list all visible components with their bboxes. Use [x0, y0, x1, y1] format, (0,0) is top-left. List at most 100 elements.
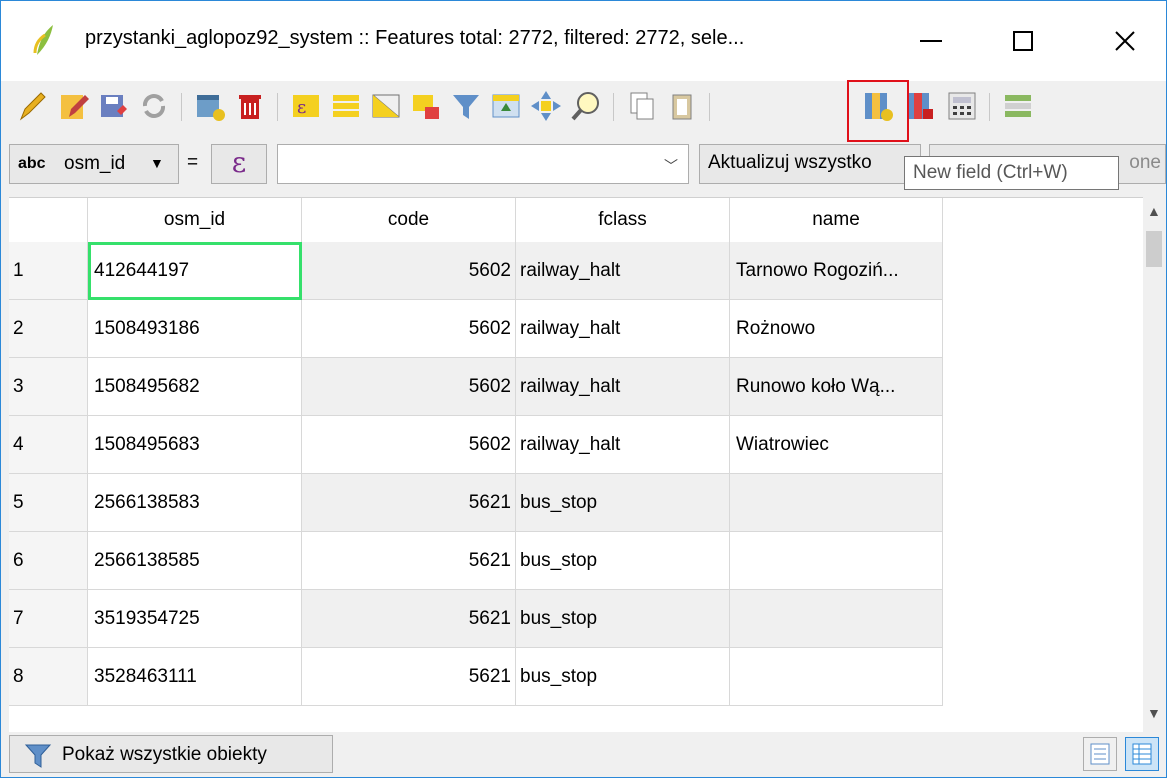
row-number[interactable]: 5 — [9, 474, 88, 532]
cell-osm-id[interactable]: 3519354725 — [88, 590, 302, 648]
add-feature-icon[interactable] — [193, 89, 227, 123]
cell-code[interactable]: 5621 — [302, 532, 516, 590]
move-selection-top-icon[interactable] — [489, 89, 523, 123]
new-field-highlight-box — [847, 80, 909, 142]
column-header-fclass[interactable]: fclass — [516, 198, 730, 242]
minimize-button[interactable] — [901, 19, 961, 63]
select-by-expression-icon[interactable]: ε — [289, 89, 323, 123]
row-number[interactable]: 3 — [9, 358, 88, 416]
cell-name[interactable]: Wiatrowiec — [730, 416, 943, 474]
zoom-to-selection-icon[interactable] — [569, 89, 603, 123]
show-all-features-button[interactable]: Pokaż wszystkie obiekty — [9, 735, 333, 773]
field-name: osm_id — [64, 153, 126, 174]
cell-fclass[interactable]: bus_stop — [516, 474, 730, 532]
column-header-name[interactable]: name — [730, 198, 943, 242]
cell-fclass[interactable]: bus_stop — [516, 532, 730, 590]
delete-feature-icon[interactable] — [233, 89, 267, 123]
cell-fclass[interactable]: railway_halt — [516, 300, 730, 358]
table-row[interactable]: 2 1508493186 5602 railway_halt Rożnowo — [9, 300, 1143, 358]
cell-name[interactable] — [730, 532, 943, 590]
cell-fclass[interactable]: railway_halt — [516, 242, 730, 300]
row-number[interactable]: 6 — [9, 532, 88, 590]
cell-fclass[interactable]: railway_halt — [516, 416, 730, 474]
maximize-icon — [1013, 31, 1033, 51]
toolbar-separator — [613, 93, 614, 121]
table-header: osm_id code fclass name — [9, 198, 1143, 242]
cell-name[interactable] — [730, 648, 943, 706]
deselect-all-icon[interactable] — [409, 89, 443, 123]
cell-code[interactable]: 5602 — [302, 300, 516, 358]
cell-name[interactable]: Tarnowo Rogoziń... — [730, 242, 943, 300]
row-number-header[interactable] — [9, 198, 88, 242]
update-all-button[interactable]: Aktualizuj wszystko — [699, 144, 921, 184]
cell-code[interactable]: 5602 — [302, 358, 516, 416]
attribute-table-window: przystanki_aglopoz92_system :: Features … — [0, 0, 1167, 778]
table-row[interactable]: 8 3528463111 5621 bus_stop — [9, 648, 1143, 706]
cell-fclass[interactable]: railway_halt — [516, 358, 730, 416]
row-number[interactable]: 2 — [9, 300, 88, 358]
row-number[interactable]: 4 — [9, 416, 88, 474]
filter-icon — [24, 744, 52, 768]
table-view-button[interactable] — [1125, 737, 1159, 771]
table-row[interactable]: 5 2566138583 5621 bus_stop — [9, 474, 1143, 532]
filter-selection-icon[interactable] — [449, 89, 483, 123]
pencil-icon[interactable] — [15, 89, 49, 123]
close-button[interactable] — [1095, 19, 1155, 63]
conditional-formatting-icon[interactable] — [1001, 89, 1035, 123]
vertical-scrollbar[interactable]: ▲ ▼ — [1143, 197, 1165, 731]
row-number[interactable]: 7 — [9, 590, 88, 648]
cell-fclass[interactable]: bus_stop — [516, 590, 730, 648]
paste-icon[interactable] — [665, 89, 699, 123]
table-empty-area — [943, 532, 1143, 590]
cell-code[interactable]: 5602 — [302, 416, 516, 474]
scroll-up-icon[interactable]: ▲ — [1147, 203, 1161, 219]
table-empty-area — [943, 648, 1143, 706]
cell-code[interactable]: 5621 — [302, 648, 516, 706]
expression-button[interactable]: ε — [211, 144, 267, 184]
save-edits-icon[interactable] — [97, 89, 131, 123]
window-title: przystanki_aglopoz92_system :: Features … — [85, 27, 745, 49]
copy-icon[interactable] — [625, 89, 659, 123]
cell-osm-id[interactable]: 1508495683 — [88, 416, 302, 474]
table-empty-area — [943, 300, 1143, 358]
field-selector[interactable]: abc osm_id ▼ — [9, 144, 179, 184]
maximize-button[interactable] — [993, 19, 1053, 63]
form-view-icon — [1090, 743, 1110, 765]
form-view-button[interactable] — [1083, 737, 1117, 771]
cell-name[interactable]: Runowo koło Wą... — [730, 358, 943, 416]
cell-name[interactable] — [730, 590, 943, 648]
row-number[interactable]: 8 — [9, 648, 88, 706]
table-row[interactable]: 4 1508495683 5602 railway_halt Wiatrowiec — [9, 416, 1143, 474]
row-number[interactable]: 1 — [9, 242, 88, 300]
chevron-down-icon: ﹀ — [664, 158, 678, 174]
invert-selection-icon[interactable] — [369, 89, 403, 123]
scrollbar-thumb[interactable] — [1146, 231, 1162, 267]
scroll-down-icon[interactable]: ▼ — [1147, 705, 1161, 721]
table-row[interactable]: 1 412644197 5602 railway_halt Tarnowo Rogozi… — [9, 242, 1143, 300]
update-value-input[interactable]: ﹀ — [277, 144, 689, 184]
cell-osm-id[interactable]: 2566138583 — [88, 474, 302, 532]
table-row[interactable]: 6 2566138585 5621 bus_stop — [9, 532, 1143, 590]
cell-code[interactable]: 5602 — [302, 242, 516, 300]
cell-osm-id[interactable]: 1508493186 — [88, 300, 302, 358]
toolbar-separator — [709, 93, 710, 121]
cell-osm-id[interactable]: 2566138585 — [88, 532, 302, 590]
column-header-code[interactable]: code — [302, 198, 516, 242]
cell-name[interactable]: Rożnowo — [730, 300, 943, 358]
cell-code[interactable]: 5621 — [302, 474, 516, 532]
multi-edit-icon[interactable] — [57, 89, 91, 123]
pan-to-selection-icon[interactable] — [529, 89, 563, 123]
column-header-osm-id[interactable]: osm_id — [88, 198, 302, 242]
field-calculator-icon[interactable] — [945, 89, 979, 123]
table-row[interactable]: 3 1508495682 5602 railway_halt Runowo koło W… — [9, 358, 1143, 416]
cell-code[interactable]: 5621 — [302, 590, 516, 648]
table-row[interactable]: 7 3519354725 5621 bus_stop — [9, 590, 1143, 648]
cell-osm-id[interactable]: 3528463111 — [88, 648, 302, 706]
cell-fclass[interactable]: bus_stop — [516, 648, 730, 706]
cell-osm-id[interactable]: 412644197 — [88, 242, 302, 300]
cell-name[interactable] — [730, 474, 943, 532]
cell-osm-id[interactable]: 1508495682 — [88, 358, 302, 416]
reload-icon[interactable] — [137, 89, 171, 123]
select-all-icon[interactable] — [329, 89, 363, 123]
equals-label: = — [187, 152, 199, 173]
